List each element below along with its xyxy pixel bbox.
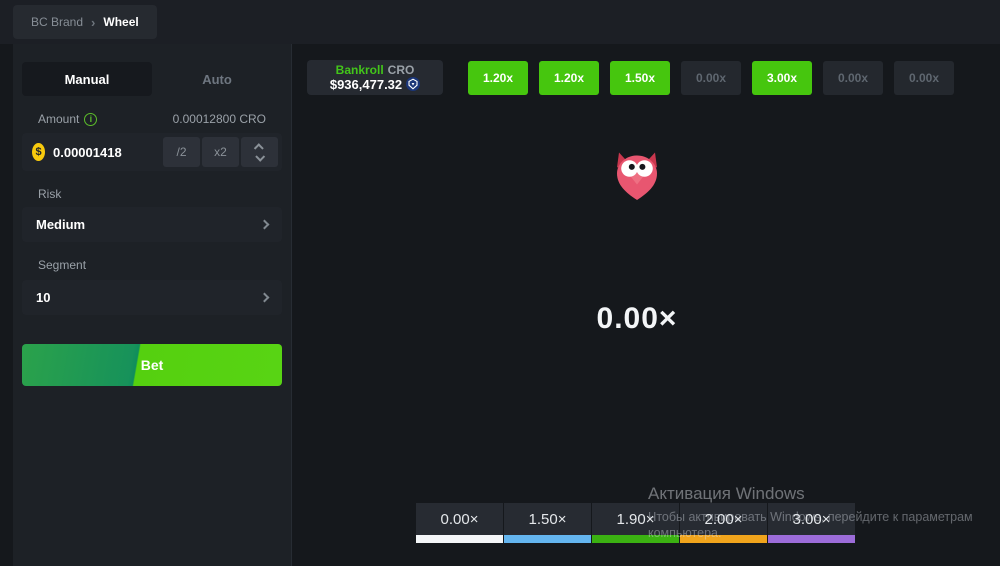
segment-label: Segment [38, 258, 86, 272]
history-multiplier-button[interactable]: 3.00x [752, 61, 812, 95]
risk-select[interactable]: Medium [22, 207, 282, 242]
bet-panel: Manual Auto Amount i 0.00012800 CRO $ /2… [13, 44, 291, 566]
legend-item: 2.00× [680, 503, 767, 543]
legend-item: 3.00× [768, 503, 855, 543]
history-multiplier-button[interactable]: 0.00x [823, 61, 883, 95]
info-icon[interactable]: i [84, 113, 97, 126]
bankroll-chip: Bankroll CRO $936,477.32 [307, 60, 443, 95]
legend-label: 1.90× [592, 503, 679, 535]
bankroll-amount: $936,477.32 [330, 77, 402, 92]
breadcrumb-separator-icon: › [91, 15, 95, 30]
content: Manual Auto Amount i 0.00012800 CRO $ /2… [0, 44, 1000, 566]
half-amount-button[interactable]: /2 [163, 137, 200, 167]
amount-label-row: Amount i 0.00012800 CRO [22, 112, 282, 126]
segment-label-row: Segment [22, 258, 282, 272]
breadcrumb-brand[interactable]: BC Brand [31, 15, 83, 29]
legend-color-bar [680, 535, 767, 543]
chevron-up-icon[interactable] [254, 143, 264, 153]
tab-manual[interactable]: Manual [22, 62, 152, 96]
tab-auto[interactable]: Auto [152, 62, 282, 96]
bet-button[interactable]: Bet [22, 344, 282, 386]
legend-label: 3.00× [768, 503, 855, 535]
balance-text: 0.00012800 CRO [173, 112, 266, 126]
legend-color-bar [768, 535, 855, 543]
legend-label: 1.50× [504, 503, 591, 535]
double-amount-button[interactable]: x2 [202, 137, 239, 167]
coin-dollar-icon: $ [32, 143, 45, 161]
legend-color-bar [416, 535, 503, 543]
chevron-right-icon [260, 293, 270, 303]
amount-input-row: $ /2 x2 [22, 133, 282, 171]
windows-activation-watermark-title: Активация Windows [648, 484, 805, 504]
risk-label: Risk [38, 187, 61, 201]
amount-input[interactable] [53, 145, 163, 160]
legend-item: 1.50× [504, 503, 591, 543]
chevron-right-icon [260, 220, 270, 230]
risk-label-row: Risk [22, 187, 282, 201]
segment-select[interactable]: 10 [22, 280, 282, 315]
legend-label: 2.00× [680, 503, 767, 535]
legend: 0.00×1.50×1.90×2.00×3.00× [416, 503, 855, 543]
history-multiplier-button[interactable]: 0.00x [681, 61, 741, 95]
game-area: Bankroll CRO $936,477.32 1.20x 1.20x 1.50x 0… [291, 44, 1000, 566]
breadcrumb-page: Wheel [103, 15, 138, 29]
amount-stepper[interactable] [241, 137, 278, 167]
history-multiplier-button[interactable]: 0.00x [894, 61, 954, 95]
history-multiplier-button[interactable]: 1.50x [610, 61, 670, 95]
breadcrumb[interactable]: BC Brand › Wheel [13, 5, 157, 39]
legend-label: 0.00× [416, 503, 503, 535]
result-multiplier: 0.00× [292, 302, 982, 336]
cro-coin-icon [406, 77, 420, 91]
chevron-down-icon[interactable] [255, 151, 265, 161]
mode-tabs: Manual Auto [22, 62, 282, 96]
history-multiplier-button[interactable]: 1.20x [468, 61, 528, 95]
wheel-game-app: BC Brand › Wheel Manual Auto Amount i 0.… [0, 0, 1000, 566]
risk-value: Medium [36, 217, 85, 232]
legend-color-bar [592, 535, 679, 543]
legend-item: 1.90× [592, 503, 679, 543]
bankroll-currency: CRO [388, 63, 415, 77]
top-bar: BC Brand › Wheel [0, 0, 1000, 44]
bankroll-title: Bankroll [336, 63, 384, 77]
amount-label: Amount [38, 112, 79, 126]
multiplier-history: 1.20x 1.20x 1.50x 0.00x 3.00x 0.00x 0.00x [468, 61, 954, 95]
history-multiplier-button[interactable]: 1.20x [539, 61, 599, 95]
legend-color-bar [504, 535, 591, 543]
owl-mascot-icon [615, 151, 659, 201]
legend-item: 0.00× [416, 503, 503, 543]
segment-value: 10 [36, 290, 50, 305]
